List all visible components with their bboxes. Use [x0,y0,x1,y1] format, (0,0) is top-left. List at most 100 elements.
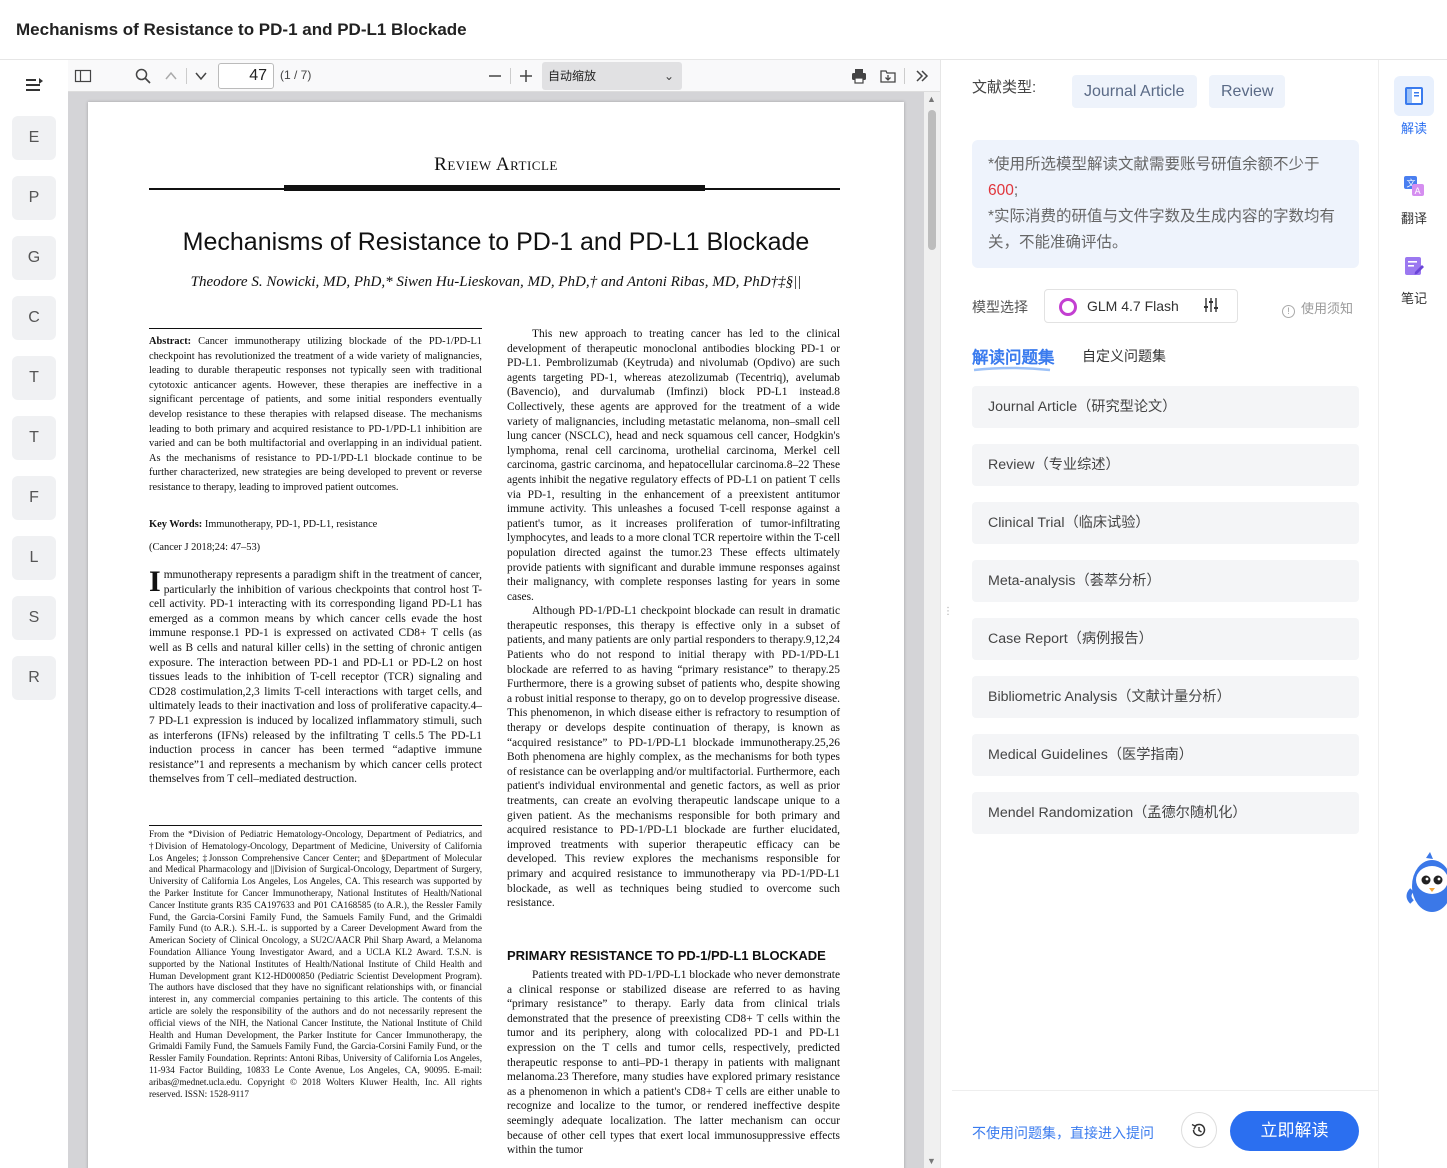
abstract-rule [149,328,482,329]
pdf-scrollbar[interactable]: ▲ ▼ [924,92,940,1168]
window-title: Mechanisms of Resistance to PD-1 and PD-… [16,20,467,39]
model-name: GLM 4.7 Flash [1087,298,1179,314]
sidebar-item-interpret[interactable]: 解读 [1394,76,1434,137]
scroll-up-icon[interactable]: ▲ [927,94,936,104]
notice-amount: 600 [988,182,1014,199]
zoom-select[interactable]: 自动缩放 ⌄ [542,62,682,90]
download-icon[interactable] [879,66,897,86]
print-icon[interactable] [850,66,868,86]
panel-resize-handle[interactable]: ⋮⋮ [940,60,962,1168]
settings-sliders-icon[interactable] [1203,297,1219,313]
chevron-up-icon[interactable] [164,66,178,86]
abstract-label: Abstract: [149,336,192,347]
paragraph: Although PD-1/PD-L1 checkpoint blockade … [507,605,840,910]
question-set-item[interactable]: Clinical Trial（临床试验） [972,502,1359,544]
outline-item[interactable]: C [12,296,56,340]
zoom-in-icon[interactable] [519,66,533,86]
footnote-rule [149,825,482,826]
paragraph: This new approach to treating cancer has… [507,328,840,603]
question-set-item[interactable]: Review（专业综述） [972,444,1359,486]
panel-footer: 不使用问题集，直接进入提问 立即解读 [952,1090,1379,1168]
tab-custom-questions[interactable]: 自定义问题集 [1082,346,1166,366]
info-icon: ! [1282,305,1295,318]
more-tools-icon[interactable] [914,66,930,86]
doctype-chip[interactable]: Review [1209,75,1286,108]
toolbar-separator [186,68,187,84]
sidebar-toggle-icon[interactable] [74,66,92,86]
outline-toggle-icon[interactable] [24,76,44,94]
search-icon[interactable] [134,66,152,86]
section-heading: PRIMARY RESISTANCE TO PD-1/PD-L1 BLOCKAD… [507,948,826,963]
doctype-chip[interactable]: Journal Article [1072,75,1197,108]
zoom-value: 自动缩放 [548,69,597,83]
doctype-label: 文献类型: [972,79,1037,96]
abstract-text: Cancer immunotherapy utilizing blockade … [149,336,482,493]
page-number-input[interactable]: 47 [218,63,274,89]
toolbar-separator [904,68,905,84]
start-interpretation-button[interactable]: 立即解读 [1230,1111,1359,1151]
keywords-label: Key Words: [149,519,203,530]
chevron-down-icon: ⌄ [663,69,674,83]
outline-item[interactable]: R [12,656,56,700]
skip-question-set-link[interactable]: 不使用问题集，直接进入提问 [972,1123,1154,1143]
intro-text: mmunotherapy represents a paradigm shift… [149,569,482,786]
abstract: Abstract: Cancer immunotherapy utilizing… [149,335,482,496]
analysis-panel: 文献类型: Journal Article Review *使用所选模型解读文献… [952,60,1379,1168]
outline-item[interactable]: L [12,536,56,580]
dropcap: I [149,565,161,598]
section-label: Review Article [434,154,558,175]
notice-line1: *使用所选模型解读文献需要账号研值余额不少于 [988,156,1320,173]
question-set-item[interactable]: Case Report（病例报告） [972,618,1359,660]
chevron-down-icon[interactable] [194,66,208,86]
citation: (Cancer J 2018;24: 47–53) [149,542,261,553]
question-set-item[interactable]: Mendel Randomization（孟德尔随机化） [972,792,1359,834]
assistant-mascot-icon[interactable] [1406,850,1447,918]
paper-authors: Theodore S. Nowicki, MD, PhD,* Siwen Hu-… [190,274,802,290]
outline-item[interactable]: F [12,476,56,520]
pdf-page: Review Article Mechanisms of Resistance … [88,102,904,1168]
scrollbar-thumb[interactable] [928,110,936,250]
scroll-down-icon[interactable]: ▼ [927,1156,936,1166]
usage-note-text: 使用须知 [1301,301,1354,316]
notice-sep: ; [1013,182,1019,199]
right-column: This new approach to treating cancer has… [507,327,840,911]
pdf-viewport[interactable]: Review Article Mechanisms of Resistance … [68,92,940,1168]
outline-item[interactable]: P [12,176,56,220]
zoom-out-icon[interactable] [488,66,502,86]
toolbar-separator [510,68,511,84]
model-logo-icon [1059,298,1077,316]
tab-preset-questions[interactable]: 解读问题集 [972,344,1055,368]
paragraph: Patients treated with PD-1/PD-L1 blockad… [507,969,840,1157]
svg-text:A: A [1415,187,1422,197]
sidebar-label: 笔记 [1400,291,1427,306]
outline-item[interactable]: T [12,356,56,400]
right-column-lower: Patients treated with PD-1/PD-L1 blockad… [507,968,840,1158]
history-button[interactable] [1181,1112,1217,1148]
outline-rail: E P G C T T F L S R [0,60,68,1168]
question-set-item[interactable]: Medical Guidelines（医学指南） [972,734,1359,776]
model-select[interactable]: GLM 4.7 Flash [1044,289,1238,323]
outline-item[interactable]: T [12,416,56,460]
question-set-item[interactable]: Meta-analysis（荟萃分析） [972,560,1359,602]
balance-notice: *使用所选模型解读文献需要账号研值余额不少于 600; *实际消费的研值与文件字… [972,140,1359,268]
outline-item[interactable]: G [12,236,56,280]
header-rule-bold [284,185,705,191]
interpret-icon [1394,76,1434,116]
question-set-item[interactable]: Journal Article（研究型论文） [972,386,1359,428]
translate-icon: 文A [1394,166,1434,206]
outline-item[interactable]: E [12,116,56,160]
usage-note-link[interactable]: ! 使用须知 [1282,298,1353,318]
keywords: Key Words: Immunotherapy, PD-1, PD-L1, r… [149,518,482,533]
model-label: 模型选择 [972,299,1028,315]
sidebar-item-translate[interactable]: 文A 翻译 [1394,166,1434,227]
intro-paragraph: Immunotherapy represents a paradigm shif… [149,565,482,787]
page-count: (1 / 7) [280,68,312,82]
outline-item[interactable]: S [12,596,56,640]
footnote: From the *Division of Pediatric Hematolo… [149,829,482,1099]
keywords-text: Immunotherapy, PD-1, PD-L1, resistance [204,519,378,530]
sidebar-item-notes[interactable]: 笔记 [1394,246,1434,307]
question-set-item[interactable]: Bibliometric Analysis（文献计量分析） [972,676,1359,718]
notice-line2: *实际消费的研值与文件字数及生成内容的字数均有关，不能准确评估。 [988,208,1336,251]
tab-active-indicator [973,366,1051,372]
pdf-toolbar: 47 (1 / 7) 自动缩放 ⌄ [68,60,940,92]
